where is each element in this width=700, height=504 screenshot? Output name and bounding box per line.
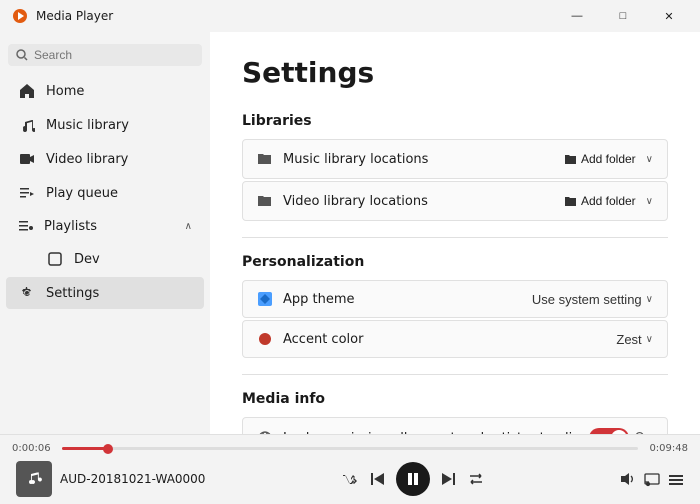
chevron-down-icon-video: ∨	[646, 196, 653, 207]
title-bar: Media Player — □ ✕	[0, 0, 700, 32]
media-info-section-title: Media info	[242, 391, 668, 407]
previous-button[interactable]	[368, 470, 386, 488]
chevron-down-icon-theme: ∨	[646, 294, 653, 305]
sidebar-item-home[interactable]: Home	[6, 75, 204, 107]
divider-1	[242, 237, 668, 238]
accent-color-value: Zest	[616, 332, 641, 347]
add-folder-video-label: Add folder	[581, 194, 636, 208]
time-total: 0:09:48	[646, 443, 688, 454]
music-library-locations-row: Music library locations Add folder ∨	[242, 139, 668, 179]
album-art-lookup-row: Look up missing album art and artist art…	[242, 417, 668, 434]
page-title: Settings	[242, 56, 668, 89]
color-icon	[257, 331, 273, 347]
repeat-button[interactable]	[468, 471, 484, 487]
player-bar: 0:00:06 0:09:48 AUD-20181021-WA0000	[0, 434, 700, 504]
sidebar: Home Music library Video library Play qu…	[0, 32, 210, 434]
next-button[interactable]	[440, 470, 458, 488]
window-title: Media Player	[36, 9, 113, 23]
libraries-section-title: Libraries	[242, 113, 668, 129]
shuffle-button[interactable]	[342, 471, 358, 487]
search-box[interactable]	[8, 44, 202, 66]
search-icon	[16, 49, 28, 61]
app-theme-label: App theme	[283, 292, 355, 307]
app-theme-row: App theme Use system setting ∨	[242, 280, 668, 318]
app-theme-dropdown[interactable]: Use system setting ∨	[532, 292, 653, 307]
app-icon	[12, 8, 28, 24]
sidebar-label-dev: Dev	[74, 252, 100, 267]
maximize-button[interactable]: □	[600, 0, 646, 32]
chevron-up-icon: ∧	[185, 221, 192, 232]
chevron-down-icon-accent: ∨	[646, 334, 653, 345]
sidebar-item-settings[interactable]: Settings	[6, 277, 204, 309]
sidebar-item-dev[interactable]: Dev	[6, 243, 204, 275]
add-folder-music-label: Add folder	[581, 152, 636, 166]
sidebar-label-music-library: Music library	[46, 118, 129, 133]
sidebar-label-playlists: Playlists	[44, 219, 97, 234]
divider-2	[242, 374, 668, 375]
sidebar-label-settings: Settings	[46, 286, 99, 301]
chevron-down-icon-music: ∨	[646, 154, 653, 165]
add-folder-music-button[interactable]: Add folder	[560, 150, 640, 168]
track-thumbnail	[16, 461, 52, 497]
minimize-button[interactable]: —	[554, 0, 600, 32]
progress-fill	[62, 447, 108, 450]
folder-icon-music	[257, 151, 273, 167]
personalization-section-title: Personalization	[242, 254, 668, 270]
cast-button[interactable]	[644, 471, 660, 487]
sidebar-label-play-queue: Play queue	[46, 186, 118, 201]
close-button[interactable]: ✕	[646, 0, 692, 32]
sidebar-item-music-library[interactable]: Music library	[6, 109, 204, 141]
accent-color-row: Accent color Zest ∨	[242, 320, 668, 358]
music-library-label: Music library locations	[283, 152, 428, 167]
video-icon	[18, 150, 36, 168]
music-icon	[18, 116, 36, 134]
home-icon	[18, 82, 36, 100]
time-current: 0:00:06	[12, 443, 54, 454]
window-controls: — □ ✕	[554, 0, 692, 32]
sidebar-label-video-library: Video library	[46, 152, 128, 167]
progress-track[interactable]	[62, 447, 638, 450]
search-input[interactable]	[34, 48, 194, 62]
title-bar-left: Media Player	[12, 8, 113, 24]
album-art-toggle[interactable]	[589, 428, 629, 434]
more-button[interactable]	[668, 471, 684, 487]
theme-icon	[257, 291, 273, 307]
progress-thumb	[103, 444, 113, 454]
video-library-label: Video library locations	[283, 194, 428, 209]
player-center-controls	[342, 462, 484, 496]
accent-color-label: Accent color	[283, 332, 363, 347]
sidebar-item-play-queue[interactable]: Play queue	[6, 177, 204, 209]
sidebar-item-playlists[interactable]: Playlists ∧	[6, 211, 204, 241]
main-content: Settings Libraries Music library locatio…	[210, 32, 700, 434]
volume-button[interactable]	[620, 471, 636, 487]
add-folder-video-button[interactable]: Add folder	[560, 192, 640, 210]
settings-icon	[18, 284, 36, 302]
toggle-thumb	[611, 430, 627, 434]
video-library-locations-row: Video library locations Add folder ∨	[242, 181, 668, 221]
player-controls: AUD-20181021-WA0000	[0, 454, 700, 504]
sidebar-label-home: Home	[46, 84, 84, 99]
player-right-controls	[620, 471, 684, 487]
folder-icon-video	[257, 193, 273, 209]
sidebar-item-video-library[interactable]: Video library	[6, 143, 204, 175]
track-name: AUD-20181021-WA0000	[60, 472, 205, 486]
playlist-icon	[18, 218, 34, 234]
accent-color-dropdown[interactable]: Zest ∨	[616, 332, 653, 347]
app-theme-value: Use system setting	[532, 292, 642, 307]
dev-icon	[46, 250, 64, 268]
play-pause-button[interactable]	[396, 462, 430, 496]
player-left: AUD-20181021-WA0000	[16, 461, 205, 497]
queue-icon	[18, 184, 36, 202]
app-body: Home Music library Video library Play qu…	[0, 32, 700, 434]
progress-area: 0:00:06 0:09:48	[0, 435, 700, 454]
